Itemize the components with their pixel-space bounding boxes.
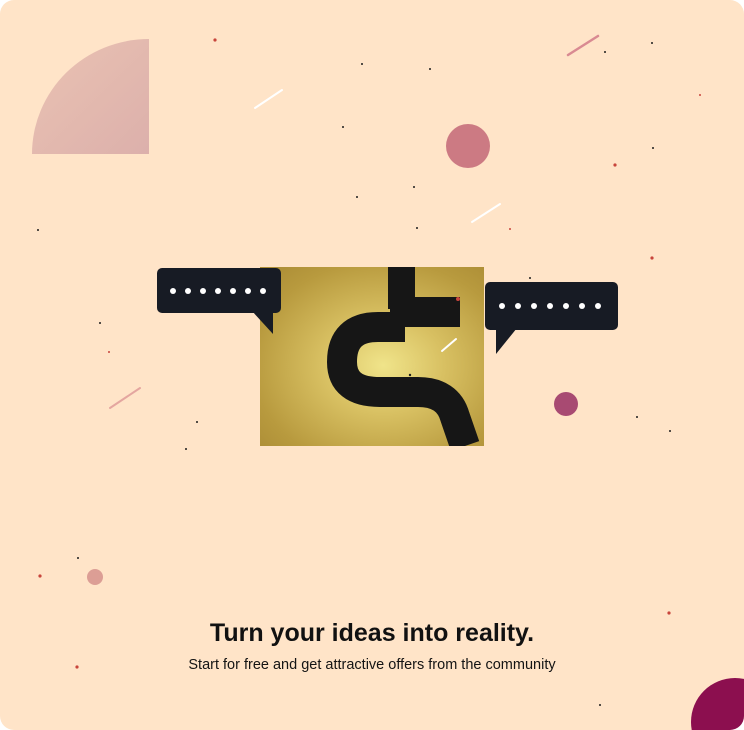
onboarding-card: Turn your ideas into reality. Start for … [0, 0, 744, 730]
streak [566, 34, 600, 57]
bubble-tail-left [252, 311, 273, 334]
rose-circle [446, 124, 490, 168]
headline: Turn your ideas into reality. [209, 619, 535, 647]
gold-logo-tile [260, 267, 484, 446]
subline: Start for free and get attractive offers… [188, 657, 556, 673]
streak [471, 203, 501, 223]
dollar-hook-icon [327, 267, 480, 446]
bubble-tail-right [496, 328, 517, 354]
quarter-circle-shape [32, 39, 149, 154]
typing-dots [485, 303, 601, 309]
streak [109, 387, 141, 409]
chat-bubble-right [485, 282, 618, 330]
streak [254, 89, 283, 109]
mauve-circle [554, 392, 578, 416]
small-peach-circle [87, 569, 103, 585]
chat-bubble-left [157, 268, 281, 313]
plum-corner-circle [691, 678, 744, 730]
typing-dots [157, 287, 266, 294]
